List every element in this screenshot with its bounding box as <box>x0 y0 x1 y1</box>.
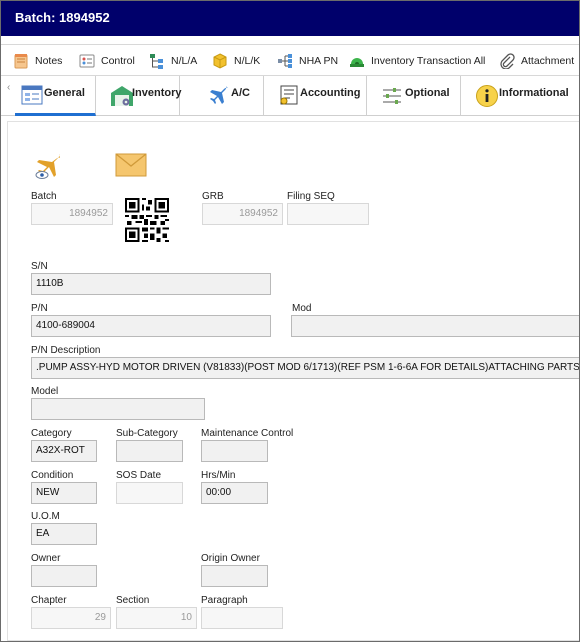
warehouse-icon <box>111 86 133 106</box>
owner-label: Owner <box>31 553 61 564</box>
info-icon <box>476 85 498 107</box>
category-label: Category <box>31 428 72 439</box>
tab-scroll-left-icon[interactable]: ‹ <box>7 82 10 93</box>
grb-label: GRB <box>202 191 224 202</box>
tab-informational[interactable]: Informational <box>461 76 579 116</box>
nla-label: N/L/A <box>171 55 198 67</box>
control-icon <box>79 54 95 68</box>
notes-label: Notes <box>35 55 63 67</box>
nlk-label: N/L/K <box>234 55 261 67</box>
sn-label: S/N <box>31 261 48 272</box>
sn-field[interactable]: 1110B <box>31 273 271 295</box>
pn-description-field[interactable]: .PUMP ASSY-HYD MOTOR DRIVEN (V81833)(POS… <box>31 357 579 379</box>
notes-button[interactable]: Notes <box>13 52 62 70</box>
tab-inventory[interactable]: Inventory <box>96 76 182 116</box>
pn-field[interactable]: 4100-689004 <box>31 315 271 337</box>
attachment-button[interactable]: Attachment <box>499 52 574 70</box>
tab-optional[interactable]: Optional <box>367 76 461 116</box>
grb-field[interactable]: 1894952 <box>202 203 283 225</box>
box-icon <box>213 53 227 69</box>
condition-field[interactable]: NEW <box>31 482 97 504</box>
sos-date-field[interactable] <box>116 482 183 504</box>
tab-accounting-label: Accounting <box>300 87 361 99</box>
batch-field[interactable]: 1894952 <box>31 203 113 225</box>
section-label: Section <box>116 595 150 606</box>
tab-ac-label: A/C <box>231 87 250 99</box>
tab-ac[interactable]: A/C <box>180 76 264 116</box>
maintenance-control-label: Maintenance Control <box>201 428 294 439</box>
tab-inventory-label: Inventory <box>132 87 182 99</box>
hrs-min-label: Hrs/Min <box>201 470 236 481</box>
tab-accounting[interactable]: Accounting <box>264 76 367 116</box>
pn-label: P/N <box>31 303 48 314</box>
nha-pn-label: NHA PN <box>299 55 339 67</box>
paragraph-field[interactable] <box>201 607 283 629</box>
window-titlebar: Batch: 1894952 <box>1 1 579 36</box>
origin-owner-label: Origin Owner <box>201 553 260 564</box>
paperclip-icon <box>500 53 515 69</box>
chapter-field[interactable]: 29 <box>31 607 111 629</box>
condition-label: Condition <box>31 470 74 481</box>
inventory-transaction-all-button[interactable]: Inventory Transaction All <box>349 52 485 70</box>
sliders-icon <box>383 88 401 104</box>
attachment-label: Attachment <box>521 55 575 67</box>
mod-label: Mod <box>292 303 312 314</box>
envelope-icon[interactable] <box>115 153 147 177</box>
qr-code-icon[interactable] <box>125 198 169 242</box>
uom-field[interactable]: EA <box>31 523 97 545</box>
batch-label: Batch <box>31 191 57 202</box>
pn-description-label: P/N Description <box>31 345 101 356</box>
model-field[interactable] <box>31 398 205 420</box>
uom-label: U.O.M <box>31 511 60 522</box>
notes-icon <box>14 54 28 69</box>
transaction-icon <box>350 58 364 67</box>
nla-button[interactable]: N/L/A <box>149 52 197 70</box>
nlk-button[interactable]: N/L/K <box>212 52 260 70</box>
filing-seq-label: Filing SEQ <box>287 191 335 202</box>
tab-general-label: General <box>44 87 85 99</box>
form-window-icon <box>21 85 43 105</box>
tab-general[interactable]: General <box>15 76 96 116</box>
tab-informational-label: Informational <box>499 87 569 99</box>
control-label: Control <box>101 55 135 67</box>
maintenance-control-field[interactable] <box>201 440 268 462</box>
paragraph-label: Paragraph <box>201 595 248 606</box>
hrs-min-field[interactable]: 00:00 <box>201 482 268 504</box>
category-field[interactable]: A32X-ROT <box>31 440 97 462</box>
tab-bar: ‹ General Inventory A/C Accounting Optio… <box>1 76 579 116</box>
ledger-icon <box>280 85 298 105</box>
control-button[interactable]: Control <box>79 52 135 70</box>
model-label: Model <box>31 386 59 397</box>
airplane-eye-icon[interactable] <box>29 151 63 181</box>
window-title: Batch: 1894952 <box>15 10 110 25</box>
hierarchy-icon <box>278 54 292 68</box>
toolbar: Notes Control N/L/A N/L/K NHA PN Invento… <box>1 44 579 76</box>
nha-pn-button[interactable]: NHA PN <box>277 52 338 70</box>
sub-category-field[interactable] <box>116 440 183 462</box>
section-field[interactable]: 10 <box>116 607 197 629</box>
filing-seq-field[interactable] <box>287 203 369 225</box>
origin-owner-field[interactable] <box>201 565 268 587</box>
owner-field[interactable] <box>31 565 97 587</box>
sos-date-label: SOS Date <box>116 470 162 481</box>
airplane-icon <box>210 86 228 104</box>
mod-field[interactable] <box>291 315 579 337</box>
tab-optional-label: Optional <box>405 87 450 99</box>
chapter-label: Chapter <box>31 595 67 606</box>
tree-structure-icon <box>150 54 163 69</box>
inventory-transaction-all-label: Inventory Transaction All <box>371 55 486 67</box>
sub-category-label: Sub-Category <box>116 428 178 439</box>
